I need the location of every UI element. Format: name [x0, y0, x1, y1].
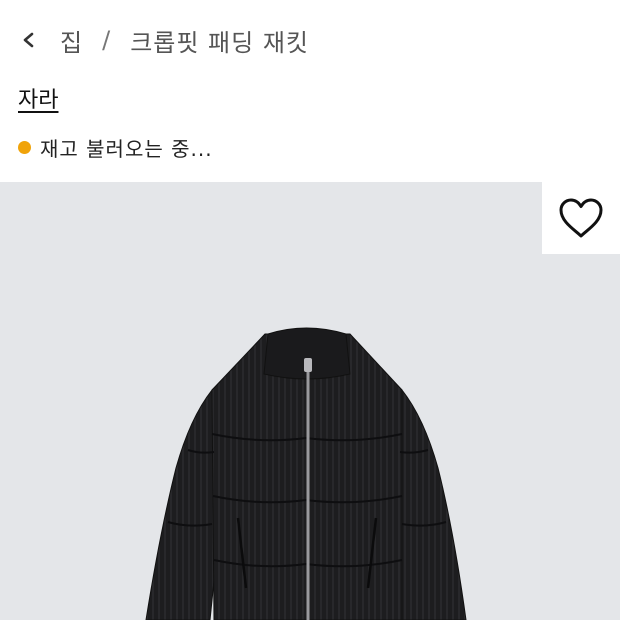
heart-outline-icon [559, 198, 603, 238]
product-image [145, 327, 467, 620]
favorite-button[interactable] [542, 182, 620, 254]
breadcrumb-separator: / [102, 26, 111, 54]
breadcrumb-home-link[interactable]: 집 [60, 23, 82, 58]
breadcrumb: 집 / 크롭핏 패딩 재킷 [18, 22, 309, 58]
breadcrumb-current: 크롭핏 패딩 재킷 [130, 28, 310, 57]
product-image-area[interactable] [0, 182, 620, 620]
chevron-left-icon[interactable] [18, 29, 40, 51]
status-dot [18, 141, 31, 154]
stock-status-text: 재고 불러오는 중... [40, 137, 213, 161]
stock-status: 재고 불러오는 중... [18, 133, 213, 162]
brand-link[interactable]: 자라 [18, 82, 58, 114]
